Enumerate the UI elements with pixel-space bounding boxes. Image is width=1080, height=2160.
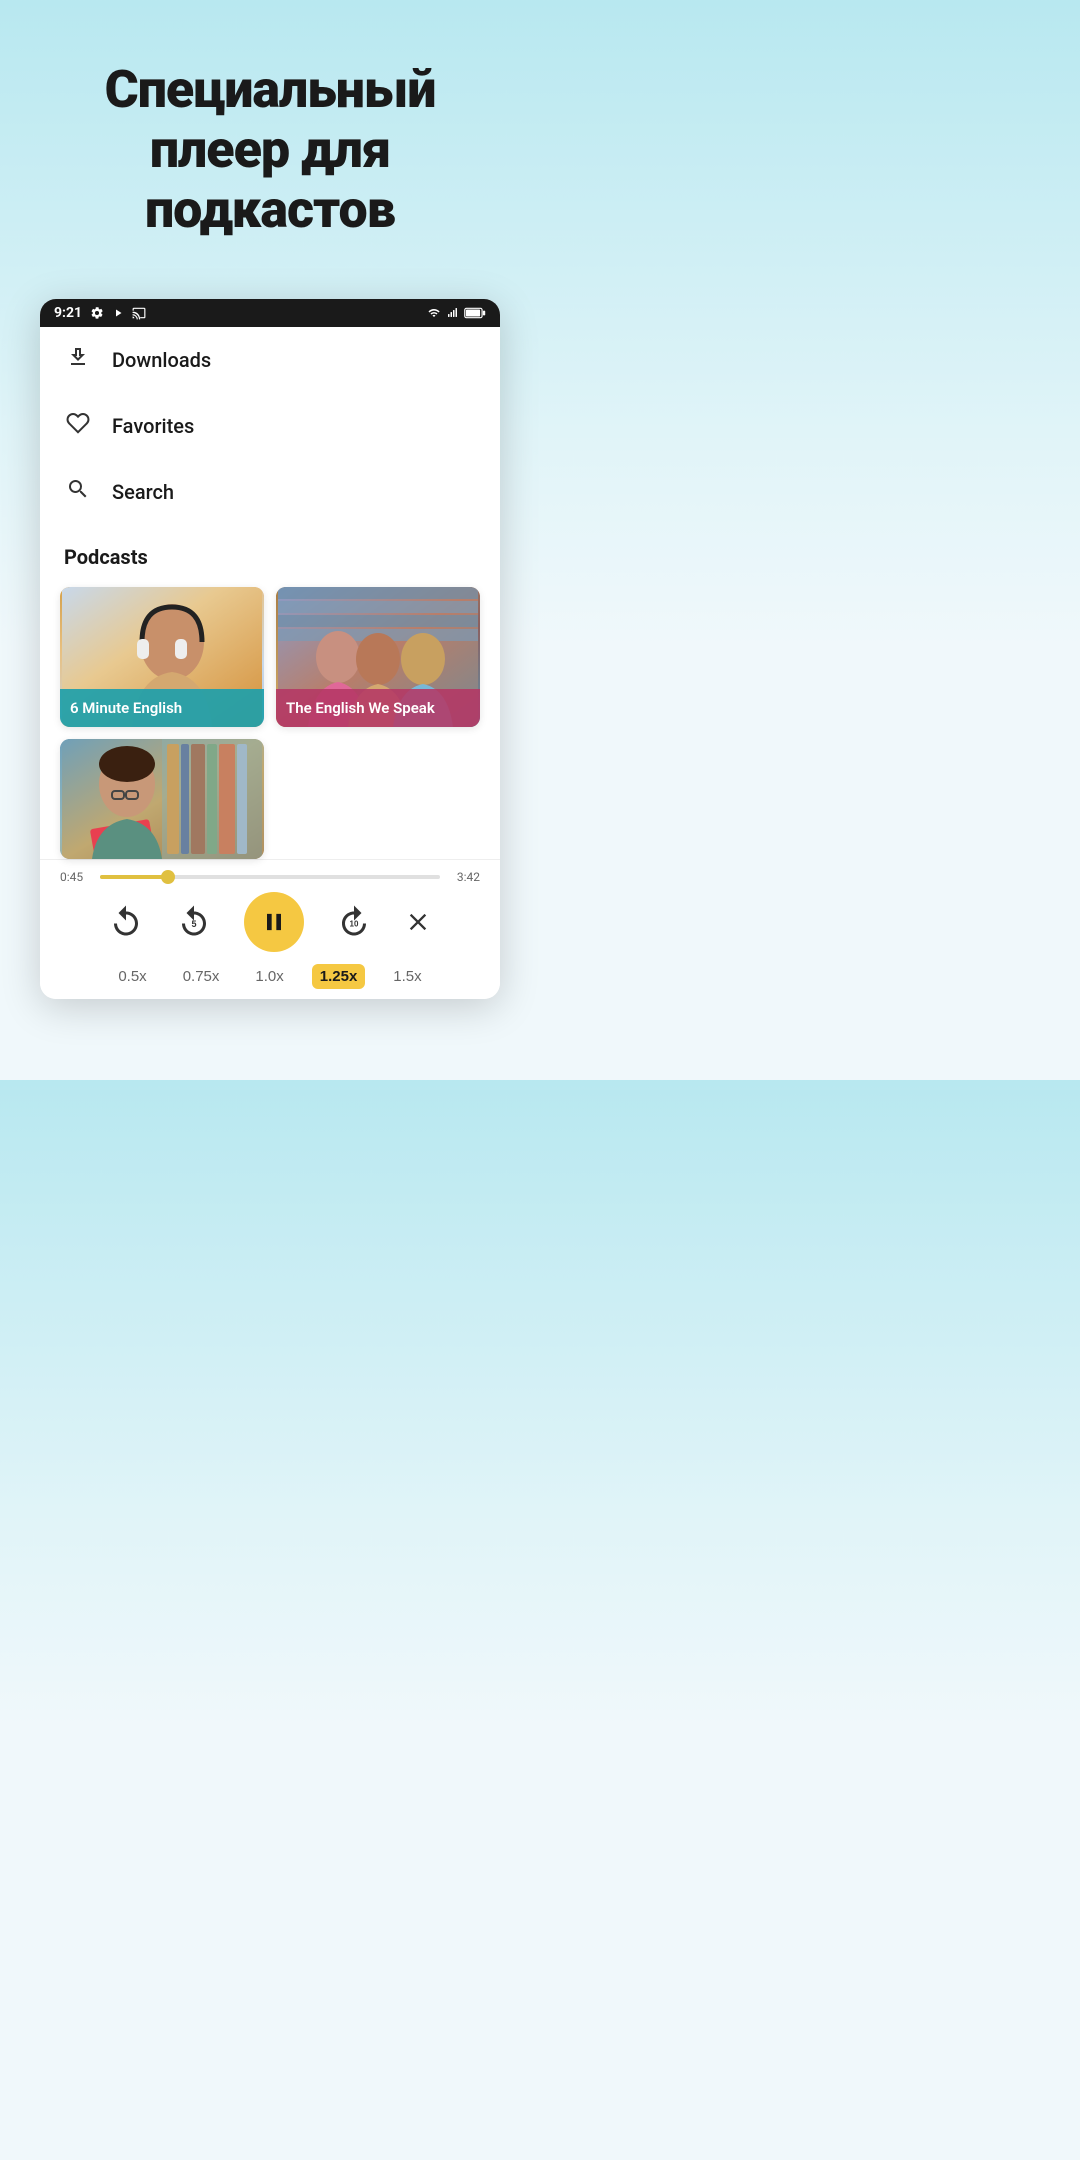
speed-1-0x[interactable]: 1.0x bbox=[247, 964, 291, 989]
menu-section: Downloads Favorites Search bbox=[40, 327, 500, 533]
status-bar-left: 9:21 bbox=[54, 305, 146, 321]
speed-row: 0.5x 0.75x 1.0x 1.25x 1.5x bbox=[60, 964, 480, 989]
menu-item-downloads[interactable]: Downloads bbox=[40, 327, 500, 393]
favorites-icon bbox=[64, 411, 92, 441]
progress-bar[interactable] bbox=[100, 875, 440, 879]
podcasts-grid: 6 Minute English bbox=[60, 587, 480, 859]
progress-fill bbox=[100, 875, 168, 879]
search-label: Search bbox=[112, 480, 174, 504]
menu-item-favorites[interactable]: Favorites bbox=[40, 393, 500, 459]
search-icon bbox=[64, 477, 92, 507]
rewind-button[interactable]: 5 bbox=[174, 902, 214, 942]
play-status-icon bbox=[112, 306, 124, 320]
battery-icon bbox=[464, 307, 486, 319]
pause-button[interactable] bbox=[244, 892, 304, 952]
downloads-icon bbox=[64, 345, 92, 375]
podcasts-heading: Podcasts bbox=[60, 541, 480, 573]
status-time: 9:21 bbox=[54, 305, 82, 321]
rewind-seconds: 5 bbox=[191, 919, 196, 929]
close-icon bbox=[404, 908, 432, 936]
podcast-card-6min[interactable]: 6 Minute English bbox=[60, 587, 264, 727]
menu-item-search[interactable]: Search bbox=[40, 459, 500, 525]
speed-0-75x[interactable]: 0.75x bbox=[175, 964, 228, 989]
status-bar-right bbox=[426, 307, 486, 319]
close-button[interactable] bbox=[404, 908, 432, 936]
podcast-card-english-we-speak[interactable]: The English We Speak bbox=[276, 587, 480, 727]
podcast-label-6min: 6 Minute English bbox=[60, 689, 264, 727]
phone-mockup: 9:21 bbox=[40, 299, 500, 999]
downloads-label: Downloads bbox=[112, 348, 211, 372]
wifi-icon bbox=[426, 307, 442, 319]
forward-seconds: 10 bbox=[350, 919, 359, 928]
total-time: 3:42 bbox=[450, 870, 480, 884]
favorites-label: Favorites bbox=[112, 414, 194, 438]
podcast-card-minute-english[interactable] bbox=[60, 739, 264, 859]
current-time: 0:45 bbox=[60, 870, 90, 884]
speed-1-5x[interactable]: 1.5x bbox=[385, 964, 429, 989]
forward-button[interactable]: 10 bbox=[334, 902, 374, 942]
cast-icon bbox=[132, 306, 146, 320]
speed-0-5x[interactable]: 0.5x bbox=[110, 964, 154, 989]
gear-icon bbox=[90, 306, 104, 320]
podcasts-section: Podcasts bbox=[40, 533, 500, 859]
hero-title: Специальный плеер для подкастов bbox=[40, 60, 500, 239]
podcast-label-english-we-speak: The English We Speak bbox=[276, 689, 480, 727]
repeat-button[interactable] bbox=[108, 904, 144, 940]
progress-row: 0:45 3:42 bbox=[60, 870, 480, 884]
player-bar: 0:45 3:42 5 bbox=[40, 859, 500, 999]
signal-icon bbox=[446, 307, 460, 319]
progress-thumb bbox=[161, 870, 175, 884]
player-controls: 5 10 bbox=[60, 892, 480, 952]
speed-1-25x[interactable]: 1.25x bbox=[312, 964, 366, 989]
pause-icon bbox=[260, 908, 288, 936]
status-bar: 9:21 bbox=[40, 299, 500, 327]
hero-section: Специальный плеер для подкастов bbox=[0, 0, 540, 279]
